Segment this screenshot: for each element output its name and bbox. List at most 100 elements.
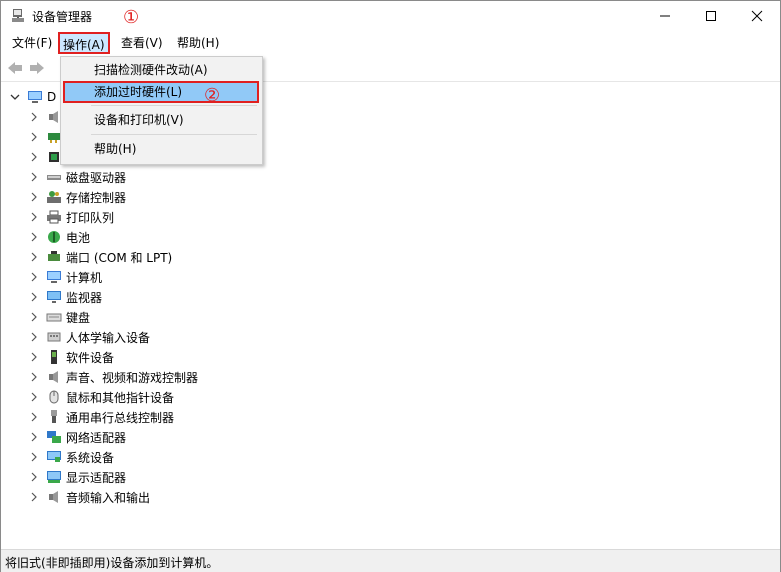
- menu-action[interactable]: 操作(A): [58, 32, 110, 54]
- menu-item-add-legacy-hardware[interactable]: 添加过时硬件(L): [63, 81, 259, 103]
- network-adapter-icon: [47, 431, 61, 443]
- chevron-right-icon[interactable]: [29, 212, 39, 222]
- tree-row-label: 端口 (COM 和 LPT): [66, 250, 173, 265]
- menu-separator: [91, 105, 257, 106]
- tree-row[interactable]: 通用串行总线控制器: [29, 407, 174, 427]
- tree-row-label: 人体学输入设备: [66, 330, 151, 345]
- window-title: 设备管理器: [32, 10, 93, 24]
- tree-row-label: 声音、视频和游戏控制器: [66, 370, 199, 385]
- maximize-button[interactable]: [688, 1, 734, 31]
- chevron-right-icon[interactable]: [29, 372, 39, 382]
- menu-item-label: 设备和打印机(V): [94, 113, 184, 127]
- device-manager-window: 设备管理器 文件(F) 操作(A) 查看(V) 帮助(H) D 磁盘驱动器 存储…: [0, 0, 781, 572]
- tree-row[interactable]: 存储控制器: [29, 187, 126, 207]
- menu-file[interactable]: 文件(F): [8, 34, 56, 52]
- tree-row[interactable]: 磁盘驱动器: [29, 167, 126, 187]
- printer-icon: [47, 210, 61, 224]
- system-device-icon: [47, 451, 61, 462]
- computer-icon: [47, 271, 61, 283]
- tree-row-label: 打印队列: [66, 210, 115, 225]
- tree-row-label: 鼠标和其他指针设备: [66, 390, 175, 405]
- tree-row[interactable]: 键盘: [29, 307, 90, 327]
- chevron-right-icon[interactable]: [29, 472, 39, 482]
- chevron-right-icon[interactable]: [29, 272, 39, 282]
- back-arrow-icon[interactable]: [6, 59, 24, 77]
- chevron-right-icon[interactable]: [29, 112, 39, 122]
- tree-row[interactable]: 监视器: [29, 287, 102, 307]
- chevron-right-icon[interactable]: [29, 432, 39, 442]
- chevron-right-icon[interactable]: [29, 232, 39, 242]
- tree-row[interactable]: 系统设备: [29, 447, 114, 467]
- close-icon: [751, 10, 763, 22]
- menu-view[interactable]: 查看(V): [117, 34, 167, 52]
- device-manager-icon: [12, 9, 24, 22]
- disk-drive-icon: [47, 175, 61, 180]
- tree-row-label: 电池: [66, 230, 91, 245]
- tree-row[interactable]: 打印队列: [29, 207, 114, 227]
- chevron-right-icon[interactable]: [29, 252, 39, 262]
- chevron-right-icon[interactable]: [29, 412, 39, 422]
- tree-row-label: 存储控制器: [66, 190, 127, 205]
- minimize-button[interactable]: [642, 1, 688, 31]
- menu-item-help[interactable]: 帮助(H): [63, 138, 259, 160]
- tree-row[interactable]: 人体学输入设备: [29, 327, 150, 347]
- menu-separator: [91, 134, 257, 135]
- usb-icon: [51, 410, 57, 423]
- tree-row[interactable]: 计算机: [29, 267, 102, 287]
- maximize-icon: [706, 11, 716, 21]
- tree-row-label: 显示适配器: [66, 470, 127, 485]
- chevron-right-icon[interactable]: [29, 312, 39, 322]
- tree-row[interactable]: 网络适配器: [29, 427, 126, 447]
- tree-row-label: 音频输入和输出: [66, 490, 151, 505]
- action-dropdown-menu: 扫描检测硬件改动(A) 添加过时硬件(L) 设备和打印机(V) 帮助(H): [60, 56, 263, 165]
- tree-row[interactable]: 声音、视频和游戏控制器: [29, 367, 198, 387]
- tree-row-label: 系统设备: [66, 450, 115, 465]
- tree-row[interactable]: 音频输入和输出: [29, 487, 150, 507]
- keyboard-icon: [46, 313, 62, 322]
- tree-row[interactable]: 端口 (COM 和 LPT): [29, 247, 172, 267]
- tree-row[interactable]: 显示适配器: [29, 467, 126, 487]
- close-button[interactable]: [734, 1, 780, 31]
- display-adapter-icon: [47, 471, 61, 483]
- tree-row[interactable]: 电池: [29, 227, 90, 247]
- chevron-right-icon[interactable]: [29, 492, 39, 502]
- tree-row-label: 计算机: [66, 270, 103, 285]
- chevron-right-icon[interactable]: [29, 172, 39, 182]
- speaker-icon: [49, 371, 58, 383]
- audio-io-icon: [49, 491, 58, 503]
- chevron-right-icon[interactable]: [29, 292, 39, 302]
- forward-arrow-icon[interactable]: [28, 59, 46, 77]
- menu-item-scan-hardware[interactable]: 扫描检测硬件改动(A): [63, 59, 259, 81]
- tree-root[interactable]: D: [9, 87, 56, 107]
- tree-root-label: D: [47, 90, 57, 104]
- title-bar: 设备管理器: [1, 1, 780, 31]
- menu-item-label: 扫描检测硬件改动(A): [94, 63, 208, 77]
- chevron-right-icon[interactable]: [29, 192, 39, 202]
- tree-row-label: 监视器: [66, 290, 103, 305]
- minimize-icon: [660, 15, 670, 17]
- tree-row-label: 软件设备: [66, 350, 115, 365]
- menu-bar: 文件(F) 操作(A) 查看(V) 帮助(H): [1, 31, 780, 55]
- step-2-annotation: ②: [204, 85, 221, 106]
- battery-icon: [48, 231, 60, 243]
- chevron-right-icon[interactable]: [29, 132, 39, 142]
- mouse-icon: [49, 390, 59, 404]
- status-text: 将旧式(非即插即用)设备添加到计算机。: [5, 556, 219, 570]
- status-bar: 将旧式(非即插即用)设备添加到计算机。: [1, 549, 780, 572]
- tree-row[interactable]: 软件设备: [29, 347, 114, 367]
- tree-row[interactable]: 鼠标和其他指针设备: [29, 387, 174, 407]
- chevron-right-icon[interactable]: [29, 332, 39, 342]
- menu-item-label: 添加过时硬件(L): [94, 85, 183, 99]
- chevron-right-icon[interactable]: [29, 152, 39, 162]
- chevron-down-icon[interactable]: [9, 91, 21, 103]
- tree-row-label: 键盘: [66, 310, 91, 325]
- chevron-right-icon[interactable]: [29, 352, 39, 362]
- storage-controller-icon: [47, 191, 61, 203]
- menu-help[interactable]: 帮助(H): [173, 34, 223, 52]
- monitor-icon: [47, 291, 61, 303]
- menu-item-devices-printers[interactable]: 设备和打印机(V): [63, 109, 259, 131]
- computer-icon: [28, 91, 42, 103]
- chevron-right-icon[interactable]: [29, 452, 39, 462]
- chevron-right-icon[interactable]: [29, 392, 39, 402]
- software-device-icon: [51, 350, 57, 364]
